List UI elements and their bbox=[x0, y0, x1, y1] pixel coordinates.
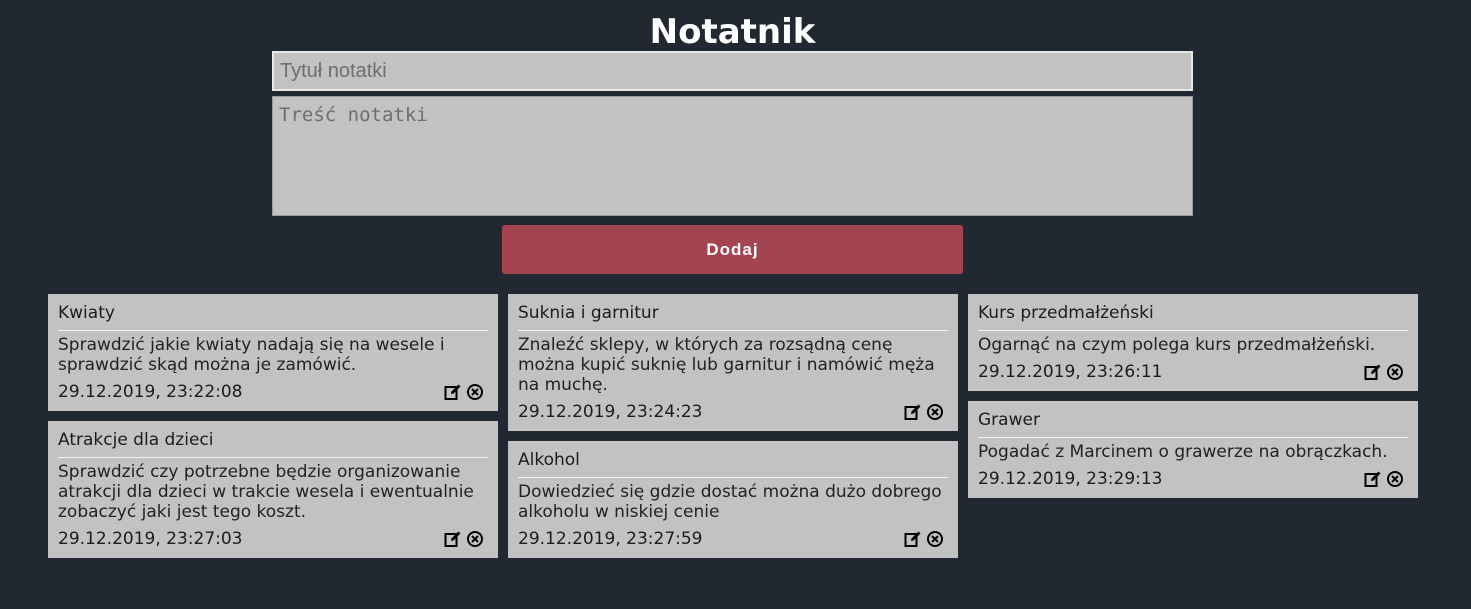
note-title-input[interactable] bbox=[272, 51, 1193, 91]
note-title: Atrakcje dla dzieci bbox=[58, 429, 488, 458]
note-actions bbox=[904, 530, 948, 548]
note-actions bbox=[1364, 470, 1408, 488]
add-note-button[interactable]: Dodaj bbox=[502, 225, 963, 274]
note-card: Grawer Pogadać z Marcinem o grawerze na … bbox=[968, 401, 1418, 498]
note-body: Znaleźć sklepy, w których za rozsądną ce… bbox=[518, 335, 935, 395]
note-body: Ogarnąć na czym polega kurs przedmałżeńs… bbox=[978, 335, 1376, 355]
page-title: Notatnik bbox=[649, 12, 816, 52]
delete-icon[interactable] bbox=[1386, 470, 1404, 488]
note-card: Kurs przedmałżeński Ogarnąć na czym pole… bbox=[968, 294, 1418, 391]
note-footer: 29.12.2019, 23:27:03 bbox=[58, 528, 488, 550]
note-footer: 29.12.2019, 23:27:59 bbox=[518, 528, 948, 550]
note-card: Alkohol Dowiedzieć się gdzie dostać możn… bbox=[508, 441, 958, 558]
note-date: 29.12.2019, 23:29:13 bbox=[978, 469, 1163, 489]
edit-icon[interactable] bbox=[904, 530, 922, 548]
delete-icon[interactable] bbox=[926, 530, 944, 548]
edit-icon[interactable] bbox=[444, 383, 462, 401]
note-title: Kurs przedmałżeński bbox=[978, 302, 1408, 331]
note-card: Suknia i garnitur Znaleźć sklepy, w któr… bbox=[508, 294, 958, 431]
edit-icon[interactable] bbox=[444, 530, 462, 548]
note-title: Alkohol bbox=[518, 449, 948, 478]
delete-icon[interactable] bbox=[466, 383, 484, 401]
note-date: 29.12.2019, 23:27:03 bbox=[58, 529, 243, 549]
note-body: Sprawdzić jakie kwiaty nadają się na wes… bbox=[58, 335, 445, 375]
note-content-input[interactable] bbox=[272, 96, 1193, 216]
note-card: Atrakcje dla dzieci Sprawdzić czy potrze… bbox=[48, 421, 498, 558]
edit-icon[interactable] bbox=[904, 403, 922, 421]
note-footer: 29.12.2019, 23:29:13 bbox=[978, 468, 1408, 490]
note-actions bbox=[904, 403, 948, 421]
delete-icon[interactable] bbox=[1386, 363, 1404, 381]
note-body: Dowiedzieć się gdzie dostać można dużo d… bbox=[518, 482, 942, 522]
notes-column-2: Suknia i garnitur Znaleźć sklepy, w któr… bbox=[508, 294, 958, 558]
note-actions bbox=[444, 530, 488, 548]
note-footer: 29.12.2019, 23:26:11 bbox=[978, 361, 1408, 383]
note-date: 29.12.2019, 23:24:23 bbox=[518, 402, 703, 422]
note-title: Grawer bbox=[978, 409, 1408, 438]
notes-column-1: Kwiaty Sprawdzić jakie kwiaty nadają się… bbox=[48, 294, 498, 558]
note-body: Pogadać z Marcinem o grawerze na obrączk… bbox=[978, 442, 1388, 462]
note-body: Sprawdzić czy potrzebne będzie organizow… bbox=[58, 462, 474, 522]
delete-icon[interactable] bbox=[466, 530, 484, 548]
edit-icon[interactable] bbox=[1364, 363, 1382, 381]
note-date: 29.12.2019, 23:27:59 bbox=[518, 529, 703, 549]
note-date: 29.12.2019, 23:22:08 bbox=[58, 382, 243, 402]
note-actions bbox=[444, 383, 488, 401]
edit-icon[interactable] bbox=[1364, 470, 1382, 488]
note-footer: 29.12.2019, 23:22:08 bbox=[58, 381, 488, 403]
note-date: 29.12.2019, 23:26:11 bbox=[978, 362, 1163, 382]
note-title: Kwiaty bbox=[58, 302, 488, 331]
note-footer: 29.12.2019, 23:24:23 bbox=[518, 401, 948, 423]
note-actions bbox=[1364, 363, 1408, 381]
note-card: Kwiaty Sprawdzić jakie kwiaty nadają się… bbox=[48, 294, 498, 411]
notes-column-3: Kurs przedmałżeński Ogarnąć na czym pole… bbox=[968, 294, 1418, 498]
delete-icon[interactable] bbox=[926, 403, 944, 421]
note-title: Suknia i garnitur bbox=[518, 302, 948, 331]
